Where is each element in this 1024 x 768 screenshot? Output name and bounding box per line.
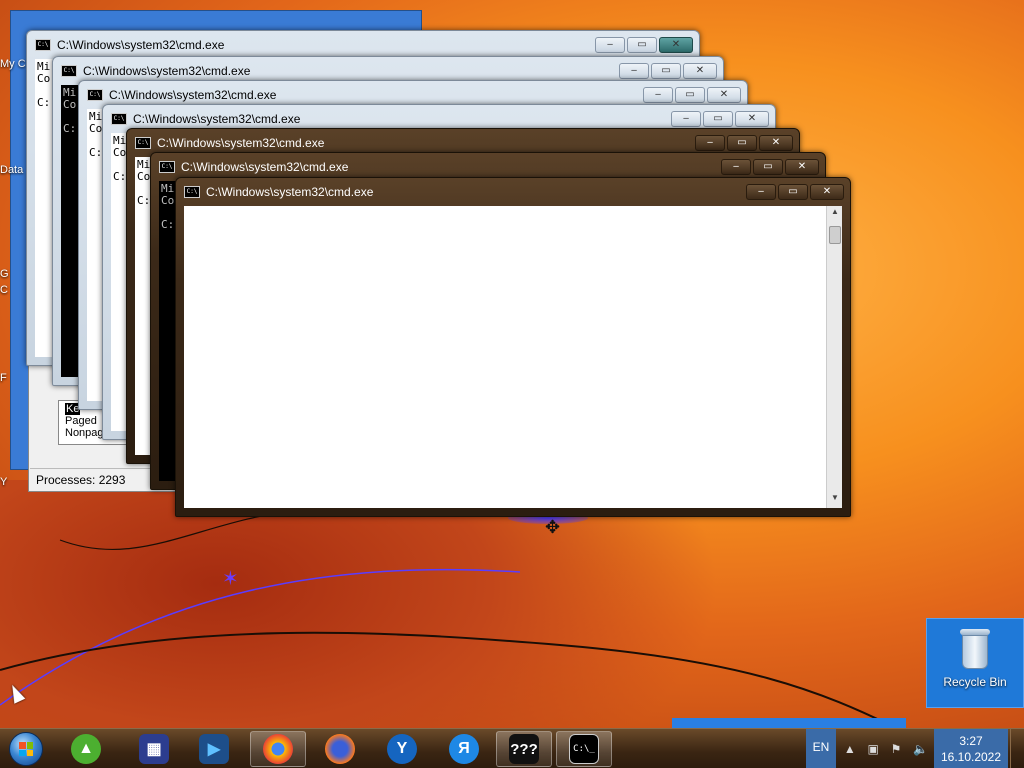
console-text <box>184 206 842 210</box>
minimize-button[interactable]: ‒ <box>695 135 725 151</box>
cmd-window-front[interactable]: C:\ C:\Windows\system32\cmd.exe ‒ ▭ ✕ ▲ ▼ <box>175 177 851 517</box>
yandex-browser-icon: Y <box>387 734 417 764</box>
minimize-button[interactable]: ‒ <box>746 184 776 200</box>
taskbar-app-1[interactable]: ▲ <box>58 731 114 767</box>
taskbar-app-6[interactable]: Y <box>374 731 430 767</box>
system-tray: ▲ ▣ ⚑ 🔈 <box>838 729 934 768</box>
wallpaper-purple-glyph: ✶ <box>222 568 239 590</box>
clock-time: 3:27 <box>959 734 983 748</box>
minimize-button[interactable]: ‒ <box>671 111 701 127</box>
cmd-window-title: C:\ C:\Windows\system32\cmd.exe <box>61 61 250 81</box>
close-button[interactable]: ✕ <box>683 63 717 79</box>
taskbar-app-7[interactable]: Я <box>436 731 492 767</box>
clock-date: 16.10.2022 <box>940 750 1002 764</box>
close-button[interactable]: ✕ <box>785 159 819 175</box>
taskbar-app-2[interactable]: ▦ <box>126 731 182 767</box>
recycle-bin-label: Recycle Bin <box>943 675 1007 689</box>
firefox-icon: ◉ <box>325 734 355 764</box>
desktop-icon-recycle-bin[interactable]: Recycle Bin <box>926 618 1024 708</box>
cmd-window-title: C:\ C:\Windows\system32\cmd.exe <box>87 85 276 105</box>
volume-icon[interactable]: 🔈 <box>913 742 928 756</box>
show-desktop-button[interactable] <box>1010 729 1024 768</box>
start-button[interactable] <box>4 731 48 767</box>
move-cursor-icon: ✥ <box>545 517 561 537</box>
cmd-icon: C:\ <box>159 161 175 173</box>
taskbar: ▲ ▦ ▶ ● ◉ Y Я ??? C:\_ EN ▲ ▣ ⚑ 🔈 3:27 1… <box>0 728 1024 768</box>
recycle-bin-icon <box>958 629 992 669</box>
maximize-button[interactable]: ▭ <box>651 63 681 79</box>
chrome-icon: ● <box>263 734 293 764</box>
action-center-flag-icon[interactable]: ⚑ <box>891 742 902 756</box>
cmd-icon: C:\ <box>111 113 127 125</box>
maximize-button[interactable]: ▭ <box>753 159 783 175</box>
close-button[interactable]: ✕ <box>735 111 769 127</box>
close-button[interactable]: ✕ <box>810 184 844 200</box>
maximize-button[interactable]: ▭ <box>703 111 733 127</box>
network-icon[interactable]: ▣ <box>868 742 879 756</box>
show-hidden-icons-icon[interactable]: ▲ <box>844 742 856 756</box>
cmd-icon: C:\_ <box>569 734 599 764</box>
app-green-icon: ▲ <box>71 734 101 764</box>
minimize-button[interactable]: ‒ <box>595 37 625 53</box>
cmd-icon: C:\ <box>87 89 103 101</box>
clock[interactable]: 3:27 16.10.2022 <box>934 729 1008 768</box>
cmd-window-title: C:\ C:\Windows\system32\cmd.exe <box>111 109 300 129</box>
cmd-window-title: C:\ C:\Windows\system32\cmd.exe <box>184 182 373 202</box>
cmd-icon: C:\ <box>135 137 151 149</box>
cmd-console-area[interactable]: ▲ ▼ <box>184 206 842 508</box>
maximize-button[interactable]: ▭ <box>627 37 657 53</box>
close-button[interactable]: ✕ <box>659 37 693 53</box>
close-button[interactable]: ✕ <box>707 87 741 103</box>
taskbar-app-3[interactable]: ▶ <box>186 731 242 767</box>
unknown-app-icon: ??? <box>509 734 539 764</box>
minimize-button[interactable]: ‒ <box>619 63 649 79</box>
taskbar-app-5[interactable]: ◉ <box>312 731 368 767</box>
cmd-window-title: C:\ C:\Windows\system32\cmd.exe <box>135 133 324 153</box>
app-film-icon: ▦ <box>139 734 169 764</box>
vertical-scrollbar[interactable]: ▲▼ <box>826 206 842 508</box>
taskbar-app-8[interactable]: ??? <box>496 731 552 767</box>
maximize-button[interactable]: ▭ <box>778 184 808 200</box>
taskbar-app-9[interactable]: C:\_ <box>556 731 612 767</box>
cmd-icon: C:\ <box>35 39 51 51</box>
close-button[interactable]: ✕ <box>759 135 793 151</box>
minimize-button[interactable]: ‒ <box>721 159 751 175</box>
desktop-selection-strip <box>672 718 906 728</box>
app-media-icon: ▶ <box>199 734 229 764</box>
windows-logo-icon <box>9 732 43 766</box>
maximize-button[interactable]: ▭ <box>675 87 705 103</box>
minimize-button[interactable]: ‒ <box>643 87 673 103</box>
cmd-icon: C:\ <box>184 186 200 198</box>
maximize-button[interactable]: ▭ <box>727 135 757 151</box>
cmd-icon: C:\ <box>61 65 77 77</box>
taskbar-app-4[interactable]: ● <box>250 731 306 767</box>
yandex-icon: Я <box>449 734 479 764</box>
cmd-window-title: C:\ C:\Windows\system32\cmd.exe <box>35 35 224 55</box>
cmd-window-title: C:\ C:\Windows\system32\cmd.exe <box>159 157 348 177</box>
language-indicator[interactable]: EN <box>806 729 836 768</box>
